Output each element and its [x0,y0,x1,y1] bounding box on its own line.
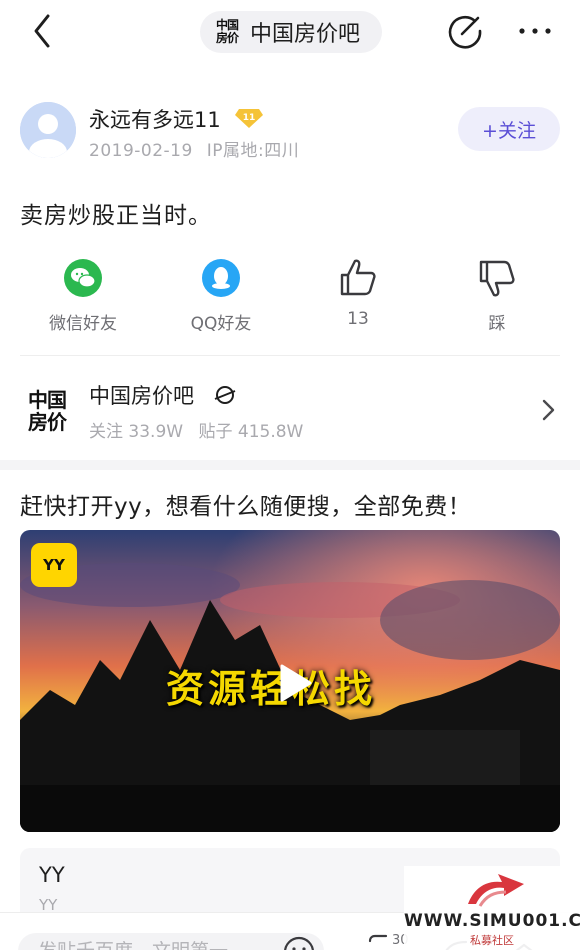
share-qq-label: QQ好友 [190,314,252,334]
dislike-button[interactable]: 踩 [437,256,557,336]
author-row: 永远有多远11 11 2019-02-19 IP属地:四川 +关注 [0,98,580,162]
forum-title: 中国房价吧 [250,22,361,47]
forum-logo-small: 中国 房价 [212,17,242,47]
forum-title-pill[interactable]: 中国 房价 中国房价吧 [200,11,382,53]
ad-title[interactable]: 赶快打开yy，想看什么随便搜，全部免费！ [20,487,471,521]
forum-card[interactable]: 中国 房价 中国房价吧 关注 33.9W 贴子 415.8W [0,370,580,450]
emoji-icon[interactable] [282,935,316,950]
play-icon[interactable] [270,660,316,706]
thumbs-down-icon [479,260,515,297]
level-badge-icon: 11 [235,109,263,128]
forum-logo: 中国 房价 [18,382,76,440]
avatar[interactable] [20,102,76,158]
site-watermark: WWW.SIMU001.CN 私募社区 [404,866,580,950]
forum-logo-line2: 房价 [215,31,239,45]
watermark-site: WWW.SIMU001.CN [404,911,580,931]
ad-app-title: YY [39,863,65,887]
ip-location: IP属地:四川 [206,141,300,161]
thumbs-up-icon [340,259,376,296]
forum-followers: 关注 33.9W [89,422,184,442]
reply-input[interactable]: 发贴千百度，文明第一 [18,933,324,950]
share-wechat-label: 微信好友 [49,314,117,334]
wechat-icon [64,259,102,297]
like-count: 13 [347,309,369,329]
forum-post-count: 贴子 415.8W [198,422,304,442]
forum-badge-icon [214,386,236,404]
default-avatar-icon [20,102,76,158]
post-actions: 微信好友 QQ好友 13 踩 [0,256,580,336]
chevron-right-icon [542,399,555,421]
ad-video[interactable]: YY 资源轻松找 [20,530,560,832]
watermark-logo-icon [468,874,524,907]
watermark-sub: 私募社区 [470,934,514,947]
yy-logo: YY [31,543,77,587]
qq-icon [202,259,240,297]
forum-card-name: 中国房价吧 [89,384,194,408]
forum-stats: 关注 33.9W 贴子 415.8W [89,417,313,442]
share-wechat-button[interactable]: 微信好友 [23,256,143,336]
forum-logo-text-1: 中国 [28,388,67,412]
level-badge-text: 11 [243,113,256,123]
post-body-text: 卖房炒股正当时。 [20,203,212,229]
share-qq-button[interactable]: QQ好友 [161,256,281,336]
dislike-label: 踩 [488,314,506,334]
more-dots-icon[interactable] [515,16,555,46]
divider [20,355,560,356]
author-name[interactable]: 永远有多远11 [89,104,221,134]
forum-logo-text-2: 房价 [28,410,67,434]
section-separator [0,460,580,470]
top-bar: 中国 房价 中国房价吧 [0,0,580,64]
edit-icon[interactable] [445,11,485,51]
back-chevron-icon[interactable] [24,10,64,52]
author-meta: 2019-02-19 IP属地:四川 [89,136,299,161]
follow-button[interactable]: +关注 [458,107,560,151]
post-date: 2019-02-19 [89,141,193,161]
like-button[interactable]: 13 [298,256,418,336]
